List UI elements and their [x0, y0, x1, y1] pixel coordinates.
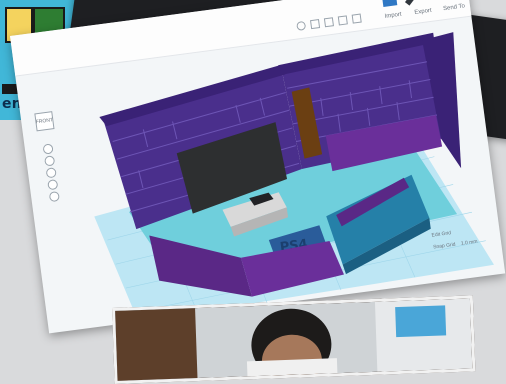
shape-icon[interactable] [310, 19, 321, 30]
group-icon[interactable] [351, 13, 362, 24]
tinkercad-screen: Import Export Send To FRONT PS4 Edit Gri… [10, 0, 506, 334]
send-to-button[interactable]: Send To [443, 3, 466, 12]
webcam-photo [112, 295, 476, 384]
align-icon[interactable] [323, 17, 334, 28]
hammer-icon[interactable] [404, 0, 420, 6]
import-button[interactable]: Import [384, 12, 402, 20]
view-tools [296, 13, 362, 31]
grid-view-icon[interactable] [381, 0, 398, 8]
light-icon[interactable] [296, 21, 306, 31]
webcam-image [115, 298, 473, 384]
mirror-icon[interactable] [337, 15, 348, 26]
export-button[interactable]: Export [414, 8, 432, 16]
